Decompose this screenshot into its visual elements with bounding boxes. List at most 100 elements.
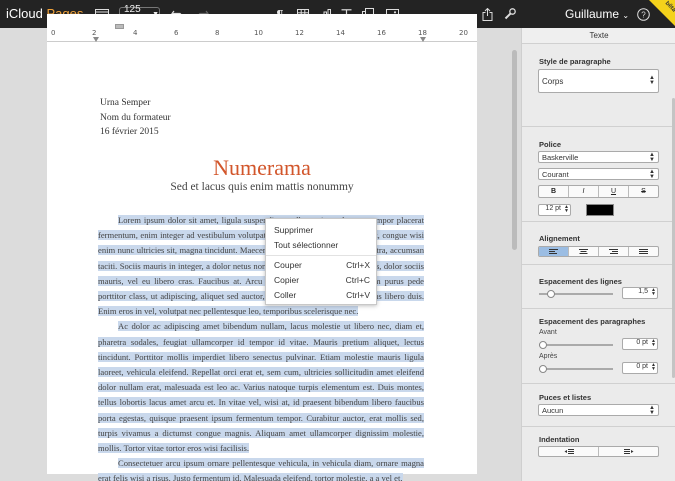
font-size-stepper[interactable]: 12 pt ▲ ▼: [538, 204, 571, 216]
font-size-value: 12 pt: [545, 205, 561, 212]
slider-knob[interactable]: [539, 365, 547, 373]
spacing-after-label: Après: [539, 353, 558, 360]
spacing-before-value: 0 pt: [636, 339, 648, 346]
spacing-after-value: 0 pt: [636, 363, 648, 370]
font-weight-select[interactable]: Courant ▲ ▼: [538, 168, 659, 180]
stepper-arrows-icon: ▲ ▼: [649, 405, 655, 416]
ruler-number: 2: [92, 29, 97, 37]
font-color-swatch[interactable]: [586, 204, 614, 216]
spacing-before-slider[interactable]: [539, 341, 613, 349]
bullets-value: Aucun: [542, 405, 564, 415]
decrease-indent-button[interactable]: [539, 447, 599, 456]
menu-separator: [266, 255, 376, 256]
left-indent-marker[interactable]: [93, 37, 99, 42]
shortcut-copy: Ctrl+C: [345, 275, 370, 285]
ruler-number: 6: [174, 29, 179, 37]
font-family-value: Baskerville: [542, 152, 579, 162]
stepper-arrows-icon: ▲ ▼: [649, 75, 655, 86]
section-title: Puces et listes: [539, 393, 592, 402]
line-spacing-value: 1,5: [638, 288, 648, 295]
ruler-number: 0: [51, 29, 56, 37]
ruler-number: 4: [133, 29, 138, 37]
line-spacing-section: Espacement des lignes 1,5 ▲ ▼: [522, 266, 675, 309]
bullets-section: Puces et listes Aucun ▲ ▼: [522, 385, 675, 427]
font-family-select[interactable]: Baskerville ▲ ▼: [538, 151, 659, 163]
indentation-buttons: [538, 446, 659, 457]
stepper-arrows-icon: ▲ ▼: [649, 169, 655, 180]
address-line: 16 février 2015: [100, 127, 159, 137]
document-scrollbar[interactable]: [512, 50, 517, 250]
align-center-button[interactable]: [569, 247, 599, 256]
font-weight-value: Courant: [542, 169, 569, 179]
document-title: Numerama: [213, 155, 311, 180]
strikethrough-button[interactable]: S: [629, 186, 658, 197]
menu-item-select-all[interactable]: Tout sélectionner: [274, 240, 338, 250]
shortcut-paste: Ctrl+V: [346, 290, 370, 300]
address-line: Nom du formateur: [100, 113, 171, 123]
first-line-indent-marker[interactable]: [115, 24, 124, 29]
font-style-buttons: B I U S: [538, 185, 659, 198]
bold-button[interactable]: B: [539, 186, 569, 197]
section-title: Alignement: [539, 234, 580, 243]
section-title: Espacement des paragraphes: [539, 317, 646, 326]
menu-item-cut[interactable]: Couper: [274, 260, 302, 270]
body-paragraph: Ac dolor ac adipiscing amet bibendum nul…: [98, 321, 424, 454]
ruler-number: 18: [418, 29, 427, 37]
spacing-before-label: Avant: [539, 329, 557, 336]
section-title: Indentation: [539, 435, 580, 444]
user-name: Guillaume: [565, 7, 620, 21]
brand-icloud: iCloud: [6, 6, 43, 21]
address-line: Urna Semper: [100, 98, 151, 108]
user-menu[interactable]: Guillaume ⌄: [565, 7, 629, 21]
spacing-before-stepper[interactable]: 0 pt ▲ ▼: [622, 338, 658, 350]
stepper-arrows-icon: ▲ ▼: [651, 287, 656, 297]
menu-item-delete[interactable]: Supprimer: [274, 225, 313, 235]
slider-knob[interactable]: [539, 341, 547, 349]
share-icon[interactable]: [479, 4, 495, 24]
section-title: Style de paragraphe: [539, 57, 611, 66]
menu-item-copy[interactable]: Copier: [274, 275, 299, 285]
menu-item-paste[interactable]: Coller: [274, 290, 296, 300]
stepper-arrows-icon: ▲ ▼: [564, 204, 569, 214]
shortcut-cut: Ctrl+X: [346, 260, 370, 270]
align-right-button[interactable]: [599, 247, 629, 256]
body-paragraph: Consectetuer arcu ipsum ornare pellentes…: [98, 458, 424, 481]
stepper-arrows-icon: ▲ ▼: [649, 152, 655, 163]
document-subtitle: Sed et lacus quis enim mattis nonummy: [170, 181, 354, 193]
panel-tab-text[interactable]: Texte: [522, 28, 675, 44]
indentation-section: Indentation: [522, 428, 675, 462]
line-spacing-stepper[interactable]: 1,5 ▲ ▼: [622, 287, 658, 299]
italic-button[interactable]: I: [569, 186, 599, 197]
spacing-after-slider[interactable]: [539, 365, 613, 373]
slider-knob[interactable]: [547, 290, 555, 298]
line-spacing-slider[interactable]: [539, 290, 613, 298]
ruler-number: 20: [459, 29, 468, 37]
chevron-down-icon: ⌄: [622, 11, 630, 20]
align-justify-button[interactable]: [629, 247, 658, 256]
paragraph-style-select[interactable]: Corps ▲ ▼: [538, 69, 659, 93]
increase-indent-button[interactable]: [599, 447, 658, 456]
paragraph-style-value: Corps: [542, 76, 564, 86]
underline-button[interactable]: U: [599, 186, 629, 197]
ruler-number: 12: [295, 29, 304, 37]
section-title: Police: [539, 140, 562, 149]
font-section: Police Baskerville ▲ ▼ Courant ▲ ▼ B I U S…: [522, 128, 675, 222]
ruler[interactable]: 0 2 4 6 8 10 12 14 16 18 20: [47, 28, 477, 42]
svg-text:?: ?: [641, 10, 646, 19]
context-menu: Supprimer Tout sélectionner Couper Ctrl+…: [265, 218, 377, 305]
bullets-select[interactable]: Aucun ▲ ▼: [538, 404, 659, 416]
alignment-section: Alignement: [522, 223, 675, 265]
right-indent-marker[interactable]: [420, 37, 426, 42]
ruler-number: 14: [336, 29, 345, 37]
spacing-after-stepper[interactable]: 0 pt ▲ ▼: [622, 362, 658, 374]
wrench-icon[interactable]: [502, 4, 518, 24]
paragraph-spacing-section: Espacement des paragraphes Avant 0 pt ▲ ▼…: [522, 310, 675, 384]
alignment-buttons: [538, 246, 659, 257]
format-panel: Texte Style de paragraphe Corps ▲ ▼ Polic…: [521, 28, 675, 481]
ruler-number: 10: [254, 29, 263, 37]
stepper-arrows-icon: ▲ ▼: [651, 338, 656, 348]
paragraph-style-section: Style de paragraphe Corps ▲ ▼: [522, 45, 675, 127]
stepper-arrows-icon: ▲ ▼: [651, 362, 656, 372]
align-left-button[interactable]: [539, 247, 569, 256]
ruler-number: 16: [377, 29, 386, 37]
